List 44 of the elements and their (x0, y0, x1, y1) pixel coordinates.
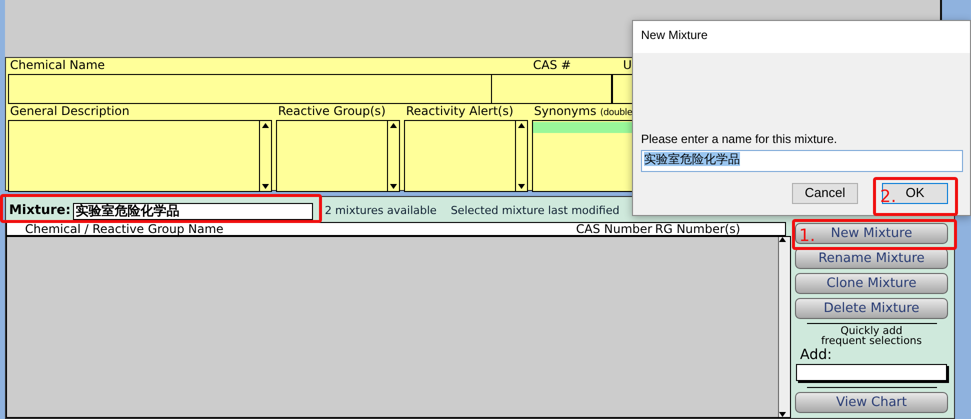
list-note: (double (600, 108, 632, 118)
cancel-button[interactable]: Cancel (792, 182, 858, 204)
column-header: RG Number(s) (654, 223, 740, 235)
list-label: Reactive Group(s) (278, 104, 386, 118)
scrollbar[interactable] (387, 121, 399, 191)
mixture-label: Mixture: (9, 204, 71, 219)
dialog-prompt: Please enter a name for this mixture. (641, 133, 838, 147)
scrollbar[interactable] (259, 121, 271, 191)
cas-label: CAS # (532, 59, 572, 74)
dialog-title: New Mixture (633, 21, 970, 53)
list-label: General Description (10, 104, 130, 118)
scroll-down-arrow-icon[interactable] (262, 184, 269, 189)
scroll-up-arrow-icon[interactable] (518, 123, 525, 128)
dialog-name-field[interactable]: 实验室危险化学品 (641, 150, 963, 172)
list-label: Reactivity Alert(s) (406, 104, 514, 118)
last-modified-text: Selected mixture last modified (450, 205, 620, 218)
scrollbar[interactable] (778, 237, 790, 417)
rename-mixture-button[interactable]: Rename Mixture (795, 248, 948, 269)
scroll-up-arrow-icon[interactable] (779, 237, 786, 242)
list-box[interactable] (404, 120, 528, 192)
scroll-up-arrow-icon[interactable] (262, 123, 269, 128)
scroll-up-arrow-icon[interactable] (390, 123, 397, 128)
step-number: 1. (799, 228, 816, 245)
clone-mixture-button[interactable]: Clone Mixture (795, 273, 948, 294)
text-field[interactable] (492, 74, 612, 104)
list-label: Synonyms (534, 104, 596, 118)
view-chart-button[interactable]: View Chart (795, 392, 948, 413)
add-label: Add: (800, 348, 832, 362)
column-header: Chemical / Reactive Group Name (24, 223, 225, 235)
scroll-down-arrow-icon[interactable] (518, 184, 525, 189)
text-field[interactable] (8, 74, 492, 104)
mixture-count: 2 mixtures available (324, 205, 437, 218)
scroll-down-arrow-icon[interactable] (390, 184, 397, 189)
scrollbar[interactable] (515, 121, 527, 191)
delete-mixture-button[interactable]: Delete Mixture (795, 298, 948, 319)
column-header: CAS Number (576, 223, 650, 235)
list-box[interactable] (276, 120, 400, 192)
quick-add-hint: Quickly add frequent selections (821, 326, 922, 346)
list-box[interactable] (8, 120, 272, 192)
field-label: Chemical Name (9, 59, 106, 74)
column-label: U (623, 59, 633, 74)
mixture-name-field[interactable]: 实验室危险化学品 (72, 203, 313, 220)
add-field[interactable] (796, 364, 947, 381)
scroll-down-arrow-icon[interactable] (779, 412, 786, 417)
